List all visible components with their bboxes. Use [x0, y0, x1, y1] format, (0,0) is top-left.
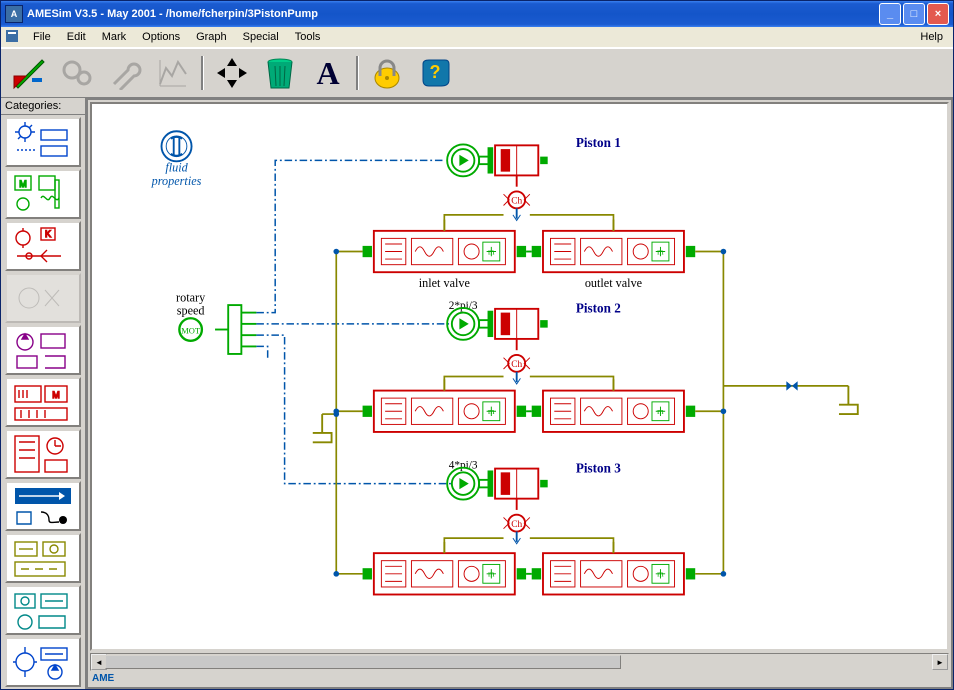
- menu-edit[interactable]: Edit: [59, 29, 94, 45]
- cam-3[interactable]: [447, 468, 488, 500]
- minimize-button[interactable]: _: [879, 3, 901, 25]
- svg-text:M: M: [19, 179, 27, 189]
- sub-window: Ch: [86, 98, 953, 689]
- tool-annotate[interactable]: A: [308, 54, 348, 92]
- mux-block[interactable]: [215, 305, 256, 354]
- category-cooling-blue[interactable]: [5, 637, 81, 687]
- category-mechanical-blue[interactable]: [5, 117, 81, 167]
- categories-label: Categories:: [1, 98, 85, 115]
- cam-2[interactable]: [447, 308, 488, 340]
- chamber-2[interactable]: [504, 355, 530, 384]
- offset-3-label: 4*pi/3: [449, 460, 478, 472]
- category-powertrain-teal[interactable]: [5, 585, 81, 635]
- piston-3-block[interactable]: [488, 469, 548, 510]
- svg-text:K: K: [45, 229, 51, 239]
- diagram-canvas[interactable]: Ch: [90, 102, 949, 651]
- piston-1-label: Piston 1: [576, 135, 621, 150]
- menu-bar: File Edit Mark Options Graph Special Too…: [1, 27, 953, 48]
- fluid-properties-label-1: fluid: [165, 161, 188, 175]
- menu-help[interactable]: Help: [912, 29, 951, 45]
- category-signal-green[interactable]: M: [5, 169, 81, 219]
- maximize-button[interactable]: □: [903, 3, 925, 25]
- tool-gears[interactable]: [57, 54, 97, 92]
- piston-1-block[interactable]: [488, 145, 548, 186]
- outlet-bowtie[interactable]: [786, 381, 797, 390]
- piston-3-label: Piston 3: [576, 460, 621, 475]
- tool-help[interactable]: ?: [415, 54, 455, 92]
- category-grey-1[interactable]: [5, 273, 81, 323]
- chamber-3[interactable]: [504, 515, 530, 544]
- piston-2-block[interactable]: [488, 309, 548, 350]
- tool-plot[interactable]: [153, 54, 193, 92]
- menu-mark[interactable]: Mark: [94, 29, 134, 45]
- status-bar: AME: [88, 673, 951, 687]
- category-hydraulic-purple[interactable]: [5, 325, 81, 375]
- app-icon: A: [5, 5, 23, 23]
- rotary-label-2: speed: [177, 303, 205, 317]
- svg-text:M: M: [52, 390, 60, 400]
- close-button[interactable]: ×: [927, 3, 949, 25]
- menu-graph[interactable]: Graph: [188, 29, 235, 45]
- category-thermal-red[interactable]: [5, 429, 81, 479]
- categories-panel: Categories: M K M: [1, 98, 86, 689]
- tool-wrench[interactable]: [105, 54, 145, 92]
- menu-special[interactable]: Special: [235, 29, 287, 45]
- category-electric-olive[interactable]: [5, 533, 81, 583]
- chamber-1[interactable]: [504, 191, 530, 220]
- tool-lock[interactable]: [367, 54, 407, 92]
- signal-lines: [256, 160, 451, 483]
- tool-move[interactable]: [212, 54, 252, 92]
- rotary-label-1: rotary: [176, 290, 206, 304]
- offset-2-label: 2*pi/3: [449, 300, 478, 312]
- system-menu-icon[interactable]: [3, 27, 25, 48]
- scroll-thumb[interactable]: [105, 655, 621, 669]
- category-pneumatic-red[interactable]: M: [5, 377, 81, 427]
- piston-2-label: Piston 2: [576, 301, 621, 316]
- toolbar: A ?: [1, 48, 953, 98]
- inlet-sink[interactable]: [313, 414, 332, 442]
- scroll-right-arrow[interactable]: ►: [932, 654, 948, 670]
- menu-options[interactable]: Options: [134, 29, 188, 45]
- junction-nodes: [333, 249, 726, 577]
- svg-text:?: ?: [430, 62, 441, 82]
- menu-file[interactable]: File: [25, 29, 59, 45]
- tool-trash[interactable]: [260, 54, 300, 92]
- outlet-sink[interactable]: [839, 386, 858, 414]
- outlet-valve-label: outlet valve: [585, 276, 642, 290]
- category-source-blue[interactable]: [5, 481, 81, 531]
- window-title: AMESim V3.5 - May 2001 - /home/fcherpin/…: [27, 8, 879, 20]
- fluid-properties-label-2: properties: [151, 174, 202, 188]
- motor-block[interactable]: [179, 318, 202, 341]
- horizontal-scrollbar[interactable]: ◄ ►: [90, 653, 949, 671]
- inlet-valve-label: inlet valve: [419, 276, 470, 290]
- status-text: AME: [92, 673, 114, 684]
- menu-tools[interactable]: Tools: [287, 29, 329, 45]
- category-control-red[interactable]: K: [5, 221, 81, 271]
- title-bar: A AMESim V3.5 - May 2001 - /home/fcherpi…: [1, 1, 953, 27]
- fluid-properties-block[interactable]: [161, 131, 191, 161]
- tool-sketch[interactable]: [9, 54, 49, 92]
- cam-1[interactable]: [447, 144, 488, 176]
- hydraulic-lines: [322, 215, 848, 574]
